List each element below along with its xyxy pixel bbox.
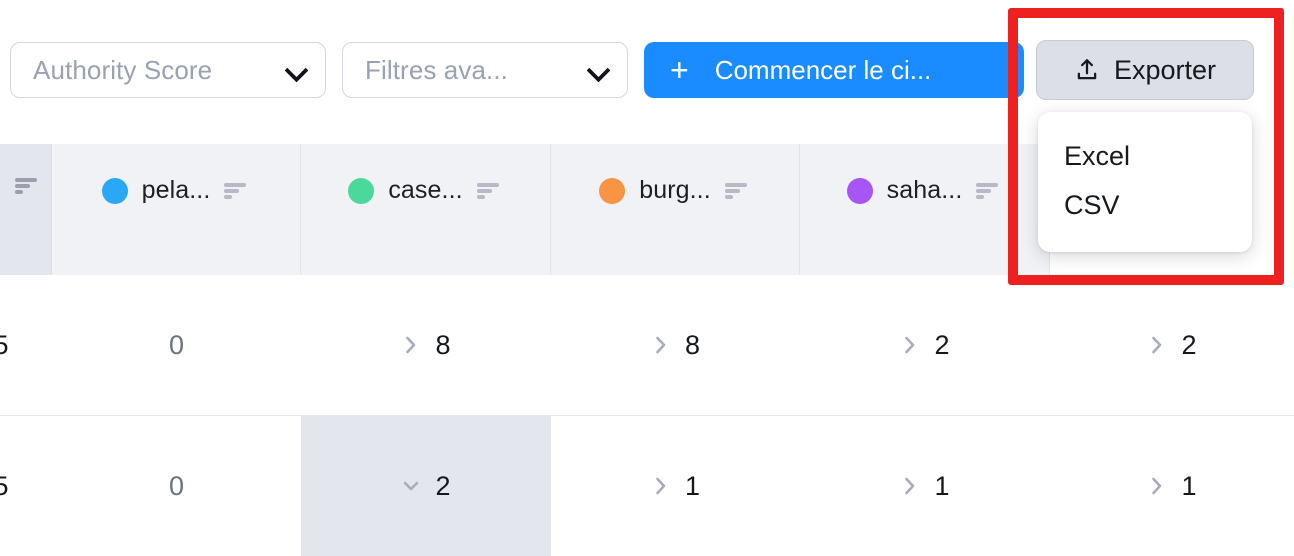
column-header-content: case...	[348, 176, 502, 205]
table-cell[interactable]: 1	[1050, 416, 1294, 556]
authority-score-filter-label: Authority Score	[33, 55, 212, 86]
cell-content: 1	[1147, 471, 1196, 502]
chevron-down-icon	[587, 59, 609, 81]
column-header-label: pela...	[142, 176, 211, 205]
cell-content: 0	[169, 330, 184, 361]
cell-score: /5	[0, 416, 52, 556]
table-cell[interactable]: 1	[551, 416, 800, 556]
column-header-content: pela...	[102, 176, 251, 205]
sort-icon[interactable]	[725, 181, 751, 201]
chevron-right-icon[interactable]	[651, 332, 671, 358]
export-control: Exporter ExcelCSV	[1036, 40, 1254, 100]
start-campaign-button[interactable]: + Commencer le ci...	[644, 42, 1024, 98]
cell-value: 8	[435, 330, 450, 361]
chevron-right-icon[interactable]	[1147, 473, 1167, 499]
column-header-label: burg...	[639, 176, 711, 205]
chevron-down-icon[interactable]	[401, 473, 421, 499]
column-header-burg[interactable]: burg...	[551, 144, 800, 275]
cell-content: 8	[651, 330, 700, 361]
column-header-case[interactable]: case...	[301, 144, 551, 275]
sort-icon[interactable]	[224, 181, 250, 201]
chevron-right-icon[interactable]	[900, 332, 920, 358]
column-header-pela[interactable]: pela...	[52, 144, 301, 275]
cell-value: 1	[685, 471, 700, 502]
cell-content: 2	[900, 330, 949, 361]
start-campaign-button-label: Commencer le ci...	[715, 55, 932, 86]
table-cell[interactable]: 8	[301, 275, 551, 415]
cell-content: 2	[401, 471, 450, 502]
cell-content: 8	[401, 330, 450, 361]
cell-content: 0	[169, 471, 184, 502]
authority-score-filter[interactable]: Authority Score	[10, 42, 326, 98]
cell-value: 0	[169, 330, 184, 361]
export-button[interactable]: Exporter	[1036, 40, 1254, 100]
cell-content: 1	[651, 471, 700, 502]
cell-value: 1	[1181, 471, 1196, 502]
cell-value: 0	[169, 471, 184, 502]
advanced-filters-label: Filtres ava...	[365, 55, 508, 86]
color-dot-icon	[599, 178, 625, 204]
chevron-right-icon[interactable]	[401, 332, 421, 358]
column-header-label: case...	[388, 176, 462, 205]
column-header-content	[15, 176, 41, 196]
sort-icon[interactable]	[477, 181, 503, 201]
cell-value: 2	[435, 471, 450, 502]
score-value: /5	[0, 330, 9, 361]
sort-icon[interactable]	[976, 181, 1002, 201]
table-row[interactable]: /5 0 2 1 1 1	[0, 415, 1294, 555]
chevron-right-icon[interactable]	[900, 473, 920, 499]
export-menu-item-excel[interactable]: Excel	[1038, 132, 1252, 181]
export-button-label: Exporter	[1114, 55, 1216, 86]
chevron-right-icon[interactable]	[1147, 332, 1167, 358]
color-dot-icon	[102, 178, 128, 204]
color-dot-icon	[847, 178, 873, 204]
export-menu: ExcelCSV	[1038, 112, 1252, 252]
plus-icon: +	[670, 54, 689, 86]
table-cell[interactable]: 2	[1050, 275, 1294, 415]
table-cell: 0	[52, 416, 301, 556]
color-dot-icon	[348, 178, 374, 204]
sort-icon[interactable]	[15, 176, 41, 196]
upload-icon	[1074, 56, 1100, 84]
table-cell[interactable]: 2	[800, 275, 1050, 415]
cell-value: 2	[934, 330, 949, 361]
cell-content: 2	[1147, 330, 1196, 361]
table-cell: 0	[52, 275, 301, 415]
chevron-right-icon[interactable]	[651, 473, 671, 499]
column-header-label: saha...	[887, 176, 963, 205]
export-menu-item-csv[interactable]: CSV	[1038, 181, 1252, 230]
table-cell[interactable]: 8	[551, 275, 800, 415]
chevron-down-icon	[285, 59, 307, 81]
cell-value: 8	[685, 330, 700, 361]
score-value: /5	[0, 471, 9, 502]
advanced-filters-select[interactable]: Filtres ava...	[342, 42, 628, 98]
cell-value: 2	[1181, 330, 1196, 361]
cell-content: 1	[900, 471, 949, 502]
column-header-content: saha...	[847, 176, 1003, 205]
table-row[interactable]: /5 0 8 8 2 2	[0, 275, 1294, 415]
column-header-content: burg...	[599, 176, 751, 205]
column-header-score[interactable]	[0, 144, 52, 275]
table-cell[interactable]: 1	[800, 416, 1050, 556]
app-root: Authority Score Filtres ava... + Commenc…	[0, 0, 1294, 556]
table-cell[interactable]: 2	[301, 416, 551, 556]
cell-score: /5	[0, 275, 52, 415]
cell-value: 1	[934, 471, 949, 502]
column-header-saha[interactable]: saha...	[800, 144, 1050, 275]
